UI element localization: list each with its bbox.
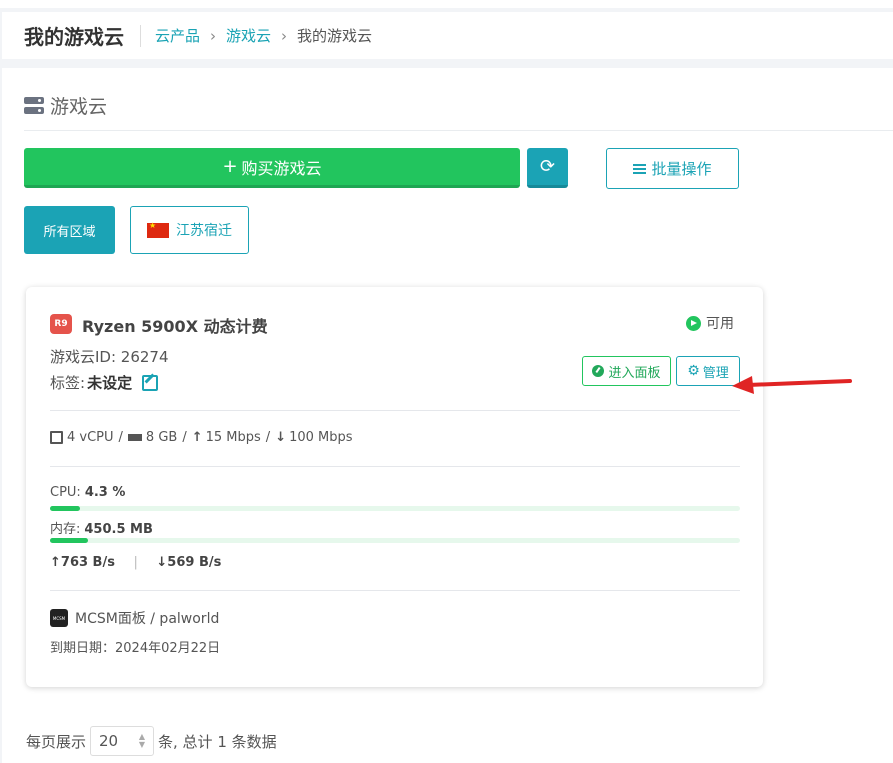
total-count-text: 条, 总计 1 条数据 — [158, 732, 277, 751]
card-divider — [50, 410, 740, 411]
section-divider — [24, 130, 893, 131]
spec-separator: / — [182, 430, 187, 445]
section-title: 游戏云 — [24, 92, 107, 119]
card-divider — [50, 590, 740, 591]
section-title-text: 游戏云 — [50, 96, 108, 118]
spec-ram: 8 GB — [145, 430, 178, 445]
refresh-button[interactable]: ⟳ — [527, 148, 568, 188]
cpu-badge: R9 — [50, 314, 72, 334]
cpu-usage-bar — [50, 506, 740, 511]
server-card: R9 Ryzen 5900X 动态计费 可用 游戏云ID: 26274 标签: … — [26, 287, 763, 687]
top-strip — [0, 0, 893, 8]
memory-usage-label: 内存: 450.5 MB — [50, 518, 153, 537]
annotation-arrow-icon — [732, 376, 852, 394]
network-upload-speed: ↑763 B/s — [50, 555, 115, 570]
panel-info-row: MCSM MCSM面板 / palworld — [50, 608, 219, 628]
tag-value: 未设定 — [87, 374, 133, 392]
memory-usage-value: 450.5 MB — [84, 522, 153, 537]
chevron-right-icon: › — [210, 26, 217, 45]
spec-separator: / — [265, 430, 271, 445]
region-filter-jiangsu[interactable]: 江苏宿迁 — [130, 206, 249, 254]
per-page-value: 20 — [99, 732, 119, 750]
plus-icon: + — [222, 156, 238, 177]
network-separator: | — [133, 555, 138, 570]
cpu-usage-value: 4.3 % — [84, 485, 126, 500]
breadcrumb-cloud-products[interactable]: 云产品 — [155, 25, 200, 46]
per-page-select[interactable]: 20 ▲ ▼ — [90, 726, 155, 756]
spec-upload: 15 Mbps — [205, 430, 261, 445]
page-title: 我的游戏云 — [24, 25, 124, 49]
tag-row: 标签: 未设定 — [50, 372, 159, 393]
spec-cpu: 4 vCPU — [67, 430, 114, 445]
edit-icon[interactable] — [142, 374, 159, 391]
memory-usage-bar — [50, 538, 740, 543]
cpu-usage-caption: CPU: — [50, 485, 81, 500]
batch-button-label: 批量操作 — [651, 160, 712, 178]
spinner-arrows-icon[interactable]: ▲ ▼ — [139, 733, 145, 749]
memory-icon — [127, 434, 142, 441]
chevron-right-icon: › — [281, 26, 288, 45]
enter-panel-label: 进入面板 — [608, 365, 661, 381]
per-page-label: 每页展示 — [26, 732, 87, 751]
main-panel: 游戏云 + 购买游戏云 ⟳ 批量操作 所有区域 江苏宿迁 R9 Ryzen 59… — [2, 68, 893, 763]
panel-info-text: MCSM面板 / palworld — [75, 611, 220, 627]
cpu-usage-bar-fill — [50, 506, 80, 511]
status-badge: 可用 — [686, 313, 734, 333]
spec-separator: / — [118, 430, 123, 445]
tag-label: 标签: — [50, 374, 86, 392]
buy-button-label: 购买游戏云 — [241, 158, 322, 178]
expire-date: 到期日期：2024年02月22日 — [50, 641, 221, 656]
status-text: 可用 — [706, 316, 734, 332]
network-download-speed: ↓569 B/s — [156, 555, 222, 570]
breadcrumb-game-cloud[interactable]: 游戏云 — [226, 25, 271, 46]
gear-icon: ⚙ — [687, 363, 700, 379]
mcsm-logo-icon: MCSM — [50, 609, 68, 627]
arrow-down-icon: ↓ — [275, 430, 287, 445]
server-name: Ryzen 5900X 动态计费 — [82, 317, 268, 336]
manage-label: 管理 — [702, 365, 729, 381]
pagination-footer: 每页展示 20 ▲ ▼ 条, 总计 1 条数据 — [26, 726, 277, 756]
memory-usage-bar-fill — [50, 538, 88, 543]
play-circle-icon — [686, 315, 701, 331]
dashboard-icon — [592, 365, 605, 377]
network-speed-row: ↑763 B/s | ↓569 B/s — [50, 555, 221, 570]
page-header: 我的游戏云 云产品 › 游戏云 › 我的游戏云 — [2, 12, 893, 59]
region-jiangsu-label: 江苏宿迁 — [176, 223, 232, 239]
game-cloud-id: 游戏云ID: 26274 — [50, 348, 169, 366]
buy-game-cloud-button[interactable]: + 购买游戏云 — [24, 148, 520, 188]
spec-download: 100 Mbps — [289, 430, 353, 445]
enter-panel-button[interactable]: 进入面板 — [582, 356, 671, 386]
spec-row: 4 vCPU / 8 GB / ↑ 15 Mbps / ↓ 100 Mbps — [50, 430, 353, 445]
breadcrumb-current: 我的游戏云 — [297, 27, 373, 45]
batch-operation-button[interactable]: 批量操作 — [606, 148, 739, 189]
refresh-icon: ⟳ — [539, 156, 556, 177]
region-filter-all[interactable]: 所有区域 — [24, 206, 115, 254]
cpu-chip-icon — [50, 431, 63, 444]
china-flag-icon — [147, 221, 169, 238]
header-divider — [140, 24, 141, 47]
server-icon — [24, 97, 44, 114]
list-icon — [633, 163, 647, 174]
arrow-up-icon: ↑ — [191, 430, 203, 445]
memory-usage-caption: 内存: — [50, 522, 81, 537]
card-divider — [50, 466, 740, 467]
cpu-usage-label: CPU: 4.3 % — [50, 485, 125, 500]
